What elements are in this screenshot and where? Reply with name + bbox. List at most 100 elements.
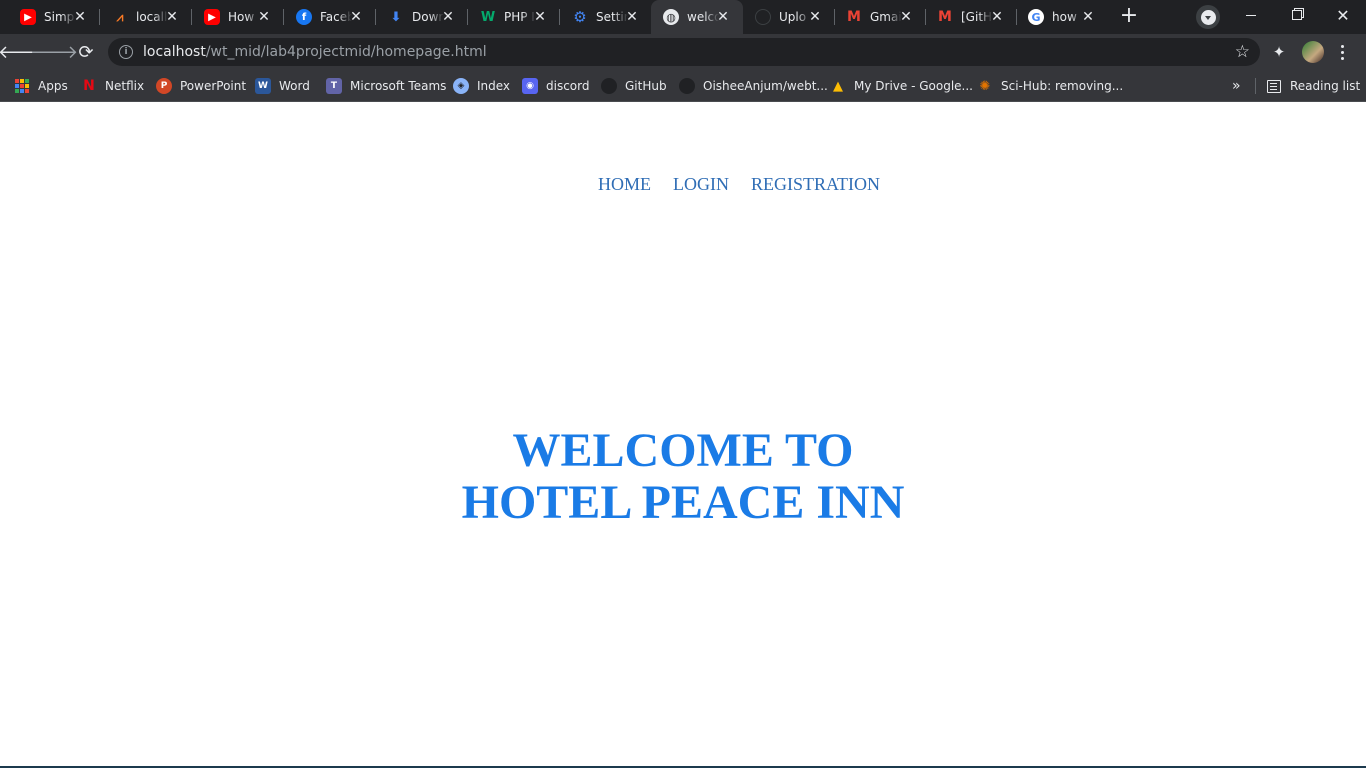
bookmark-label: Sci-Hub: removing... xyxy=(1001,79,1124,93)
bookmark-github-repo[interactable]: OisheeAnjum/webt... xyxy=(679,76,828,96)
kebab-menu-icon[interactable] xyxy=(1334,41,1350,63)
powerpoint-icon: P xyxy=(156,78,172,94)
bookmark-teams[interactable]: T Microsoft Teams xyxy=(326,76,446,96)
bookmark-netflix[interactable]: N Netflix xyxy=(81,76,144,96)
nav-home-link[interactable]: HOME xyxy=(598,174,651,195)
chevron-down-icon xyxy=(1200,9,1216,25)
reading-list-label: Reading list xyxy=(1290,79,1361,93)
xampp-icon: ⩘ xyxy=(116,9,124,24)
tab-10[interactable]: M Gmai ✕ xyxy=(834,0,926,34)
reading-list-button[interactable]: Reading list xyxy=(1267,76,1360,96)
bookmark-label: Index xyxy=(477,79,511,93)
bookmark-label: Word xyxy=(279,79,310,93)
close-icon[interactable]: ✕ xyxy=(532,9,548,25)
bookmark-powerpoint[interactable]: P PowerPoint xyxy=(156,76,246,96)
close-icon[interactable]: ✕ xyxy=(989,9,1005,25)
bookmark-star-icon[interactable]: ☆ xyxy=(1235,42,1250,62)
download-icon: ⬇ xyxy=(390,9,402,25)
bookmark-discord[interactable]: ◉ discord xyxy=(522,76,589,96)
minimize-button[interactable] xyxy=(1228,0,1274,30)
facebook-icon: f xyxy=(296,9,312,25)
gmail-icon: M xyxy=(847,9,861,25)
w3schools-icon: W xyxy=(480,9,496,25)
close-icon[interactable]: ✕ xyxy=(898,9,914,25)
extensions-puzzle-icon[interactable]: ✦ xyxy=(1268,41,1290,63)
github-icon xyxy=(679,78,695,94)
bookmark-label: OisheeAnjum/webt... xyxy=(703,79,828,93)
nav-registration-link[interactable]: REGISTRATION xyxy=(751,174,880,195)
tab-9[interactable]: Uplo ✕ xyxy=(743,0,835,34)
close-icon[interactable]: ✕ xyxy=(164,9,180,25)
new-tab-button[interactable]: + xyxy=(1116,4,1142,30)
bookmark-scihub[interactable]: ✺ Sci-Hub: removing... xyxy=(977,76,1124,96)
close-icon[interactable]: ✕ xyxy=(624,9,640,25)
youtube-icon: ▶ xyxy=(20,9,36,25)
bookmark-label: PowerPoint xyxy=(180,79,247,93)
url-path: /wt_mid/lab4projectmid/homepage.html xyxy=(205,44,487,60)
close-icon[interactable]: ✕ xyxy=(1080,9,1096,25)
tab-1[interactable]: ▶ Simp ✕ xyxy=(8,0,100,34)
welcome-heading: WELCOME TO HOTEL PEACE INN xyxy=(0,425,1366,529)
reload-button[interactable]: ⟳ xyxy=(72,38,100,66)
tab-3[interactable]: ▶ How ✕ xyxy=(192,0,284,34)
welcome-line-1: WELCOME TO xyxy=(512,424,854,477)
bookmark-github[interactable]: GitHub xyxy=(601,76,667,96)
github-icon xyxy=(601,78,617,94)
window-close-button[interactable]: ✕ xyxy=(1320,0,1366,30)
forward-button[interactable]: 🡒 xyxy=(30,38,78,66)
browser-toolbar: 🡐 🡒 ⟳ i localhost/wt_mid/lab4projectmid/… xyxy=(0,34,1366,70)
gear-icon: ⚙ xyxy=(573,8,587,26)
bookmark-index[interactable]: ◈ Index xyxy=(453,76,510,96)
apps-icon xyxy=(14,78,30,94)
bookmark-label: Microsoft Teams xyxy=(350,79,447,93)
reading-list-icon xyxy=(1267,79,1281,93)
globe-icon: ◍ xyxy=(663,9,679,25)
google-drive-icon: ▲ xyxy=(833,78,843,94)
github-icon xyxy=(755,9,771,25)
bookmark-label: Apps xyxy=(38,79,68,93)
close-icon[interactable]: ✕ xyxy=(715,9,731,25)
bookmark-word[interactable]: W Word xyxy=(255,76,310,96)
close-icon[interactable]: ✕ xyxy=(72,9,88,25)
url-host: localhost xyxy=(143,44,206,60)
youtube-icon: ▶ xyxy=(204,9,220,25)
bookmark-apps[interactable]: Apps xyxy=(14,76,68,96)
more-bookmarks-chevron-icon[interactable]: » xyxy=(1232,76,1241,96)
close-icon[interactable]: ✕ xyxy=(256,9,272,25)
netflix-icon: N xyxy=(83,78,95,94)
close-icon[interactable]: ✕ xyxy=(807,9,823,25)
tab-11[interactable]: M [GitH ✕ xyxy=(925,0,1017,34)
tab-strip: ▶ Simp ✕ ⩘ locall ✕ ▶ How ✕ f Faceb ✕ ⬇ … xyxy=(0,0,1366,34)
bookmark-google-drive[interactable]: ▲ My Drive - Google... xyxy=(830,76,973,96)
bookmark-label: discord xyxy=(546,79,590,93)
restore-button[interactable] xyxy=(1274,0,1320,30)
bookmarks-divider xyxy=(1255,78,1256,94)
welcome-line-2: HOTEL PEACE INN xyxy=(461,476,905,529)
word-icon: W xyxy=(255,78,271,94)
site-navigation: HOME LOGIN REGISTRATION xyxy=(598,174,880,195)
tab-search-button[interactable] xyxy=(1196,5,1220,29)
close-icon[interactable]: ✕ xyxy=(348,9,364,25)
close-icon[interactable]: ✕ xyxy=(440,9,456,25)
tab-12[interactable]: G how ✕ xyxy=(1016,0,1108,34)
tab-5[interactable]: ⬇ Dowr ✕ xyxy=(376,0,468,34)
tab-4[interactable]: f Faceb ✕ xyxy=(284,0,376,34)
gmail-icon: M xyxy=(938,9,952,25)
shield-icon: ◈ xyxy=(453,78,469,94)
bookmark-label: My Drive - Google... xyxy=(854,79,973,93)
tab-2[interactable]: ⩘ locall ✕ xyxy=(100,0,192,34)
teams-icon: T xyxy=(326,78,342,94)
profile-avatar[interactable] xyxy=(1302,41,1324,63)
info-icon[interactable]: i xyxy=(119,45,133,59)
discord-icon: ◉ xyxy=(522,78,538,94)
google-icon: G xyxy=(1028,9,1044,25)
tab-8-active[interactable]: ◍ welco ✕ xyxy=(651,0,743,34)
bookmarks-bar: Apps N Netflix P PowerPoint W Word T Mic… xyxy=(0,70,1366,102)
bookmark-label: Netflix xyxy=(105,79,145,93)
tab-6[interactable]: W PHP I ✕ xyxy=(468,0,560,34)
url-text[interactable]: localhost/wt_mid/lab4projectmid/homepage… xyxy=(143,44,487,60)
page-content: HOME LOGIN REGISTRATION WELCOME TO HOTEL… xyxy=(0,103,1366,768)
nav-login-link[interactable]: LOGIN xyxy=(673,174,729,195)
tab-7[interactable]: ⚙ Settir ✕ xyxy=(560,0,652,34)
address-bar[interactable]: i localhost/wt_mid/lab4projectmid/homepa… xyxy=(108,38,1260,66)
